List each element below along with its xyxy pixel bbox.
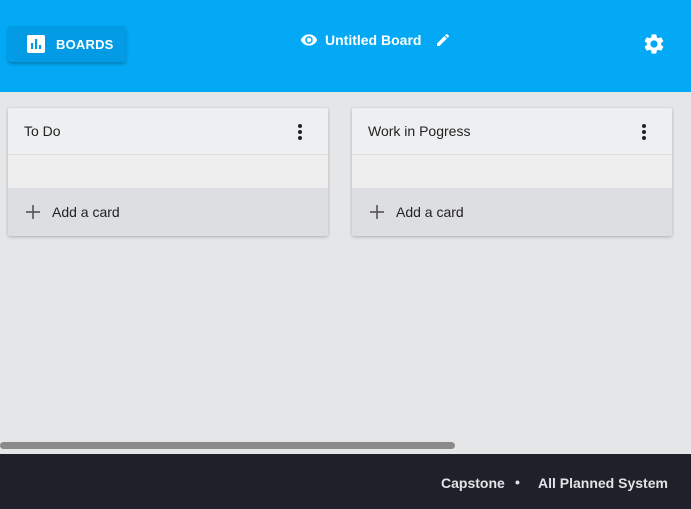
list-header: To Do bbox=[8, 108, 328, 155]
list-cards-area bbox=[8, 156, 328, 188]
footer-tagline: All Planned System bbox=[538, 475, 668, 491]
gear-icon[interactable] bbox=[642, 32, 666, 56]
pencil-icon[interactable] bbox=[435, 32, 451, 48]
horizontal-scrollbar[interactable] bbox=[0, 442, 455, 449]
board-title-area: Untitled Board bbox=[300, 28, 451, 52]
list-work-in-progress: Work in Pogress Add a card bbox=[352, 108, 672, 236]
board-title[interactable]: Untitled Board bbox=[325, 32, 421, 48]
plus-icon bbox=[26, 205, 40, 219]
list-header: Work in Pogress bbox=[352, 108, 672, 155]
boards-button-label: BOARDS bbox=[56, 36, 114, 52]
list-title[interactable]: Work in Pogress bbox=[368, 123, 470, 139]
list-to-do: To Do Add a card bbox=[8, 108, 328, 236]
bar-chart-icon bbox=[26, 34, 46, 54]
plus-icon bbox=[370, 205, 384, 219]
boards-button[interactable]: BOARDS bbox=[8, 26, 126, 62]
add-card-label: Add a card bbox=[396, 204, 464, 220]
add-card-label: Add a card bbox=[52, 204, 120, 220]
list-cards-area bbox=[352, 156, 672, 188]
footer-separator: • bbox=[515, 474, 520, 490]
eye-icon[interactable] bbox=[300, 31, 318, 49]
add-card-button[interactable]: Add a card bbox=[8, 188, 328, 236]
more-vert-icon[interactable] bbox=[292, 122, 308, 142]
footer-brand: Capstone bbox=[441, 475, 505, 491]
add-card-button[interactable]: Add a card bbox=[352, 188, 672, 236]
app-header: BOARDS Untitled Board bbox=[0, 0, 691, 92]
more-vert-icon[interactable] bbox=[636, 122, 652, 142]
app-footer: Capstone • All Planned System bbox=[0, 454, 691, 509]
list-title[interactable]: To Do bbox=[24, 123, 61, 139]
